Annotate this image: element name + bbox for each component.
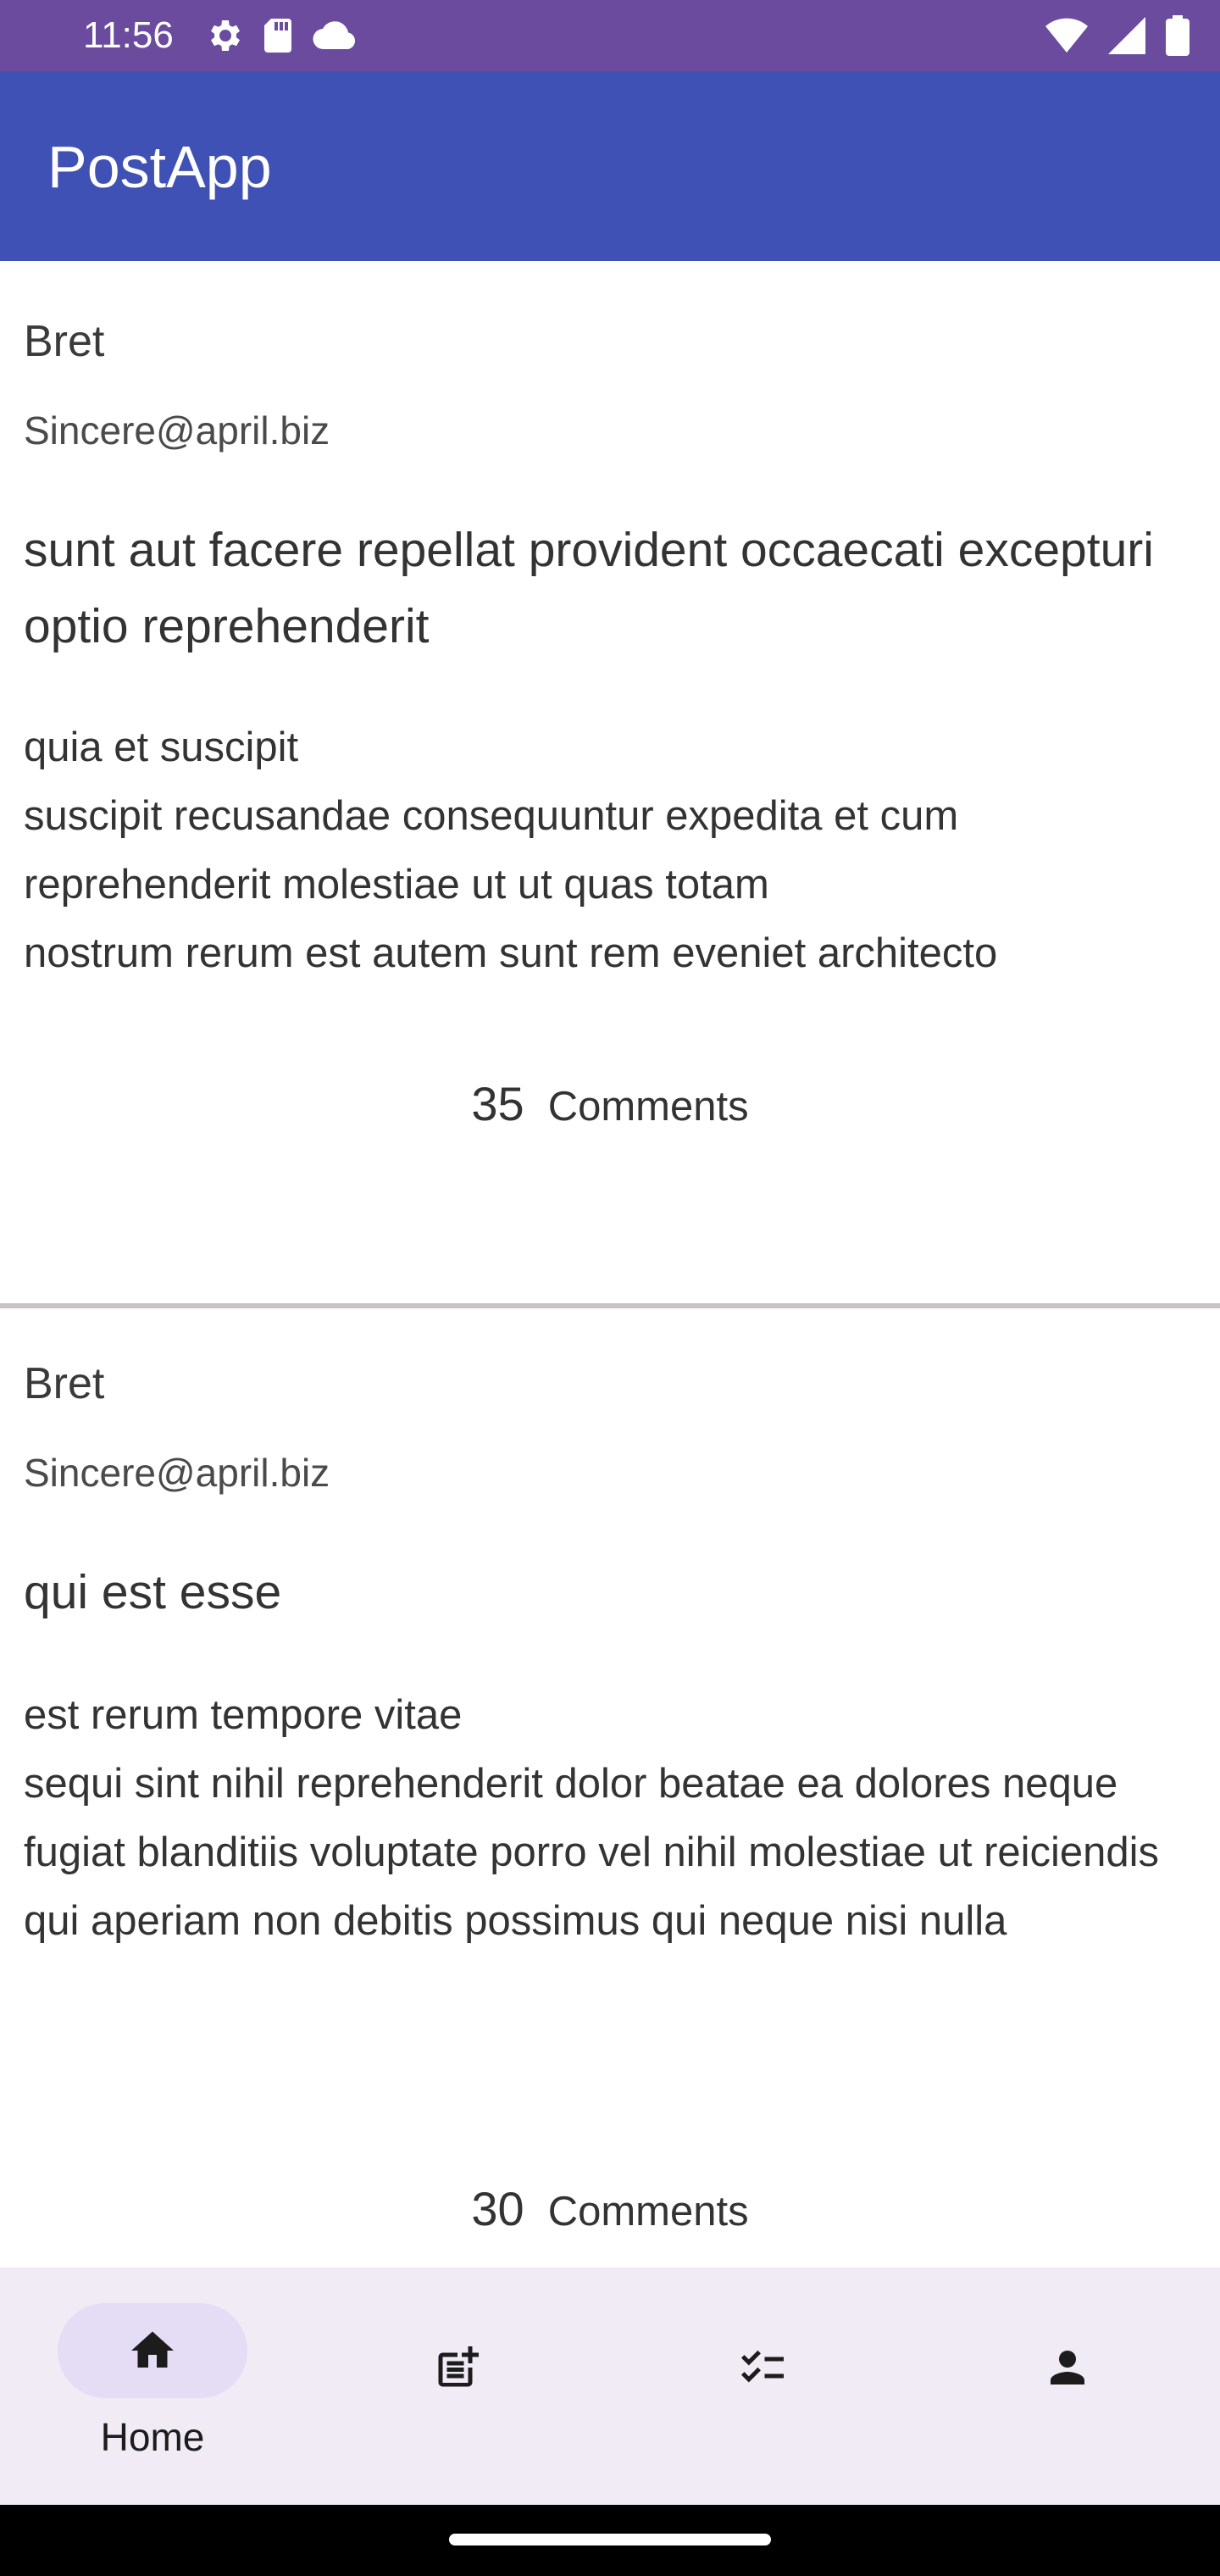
status-icons-right (1045, 15, 1190, 56)
comments-link[interactable]: 35 Comments (0, 1076, 1220, 1131)
nav-item-tasks[interactable] (610, 2268, 915, 2505)
post-body: est rerum tempore vitae sequi sint nihil… (24, 1692, 1160, 1944)
battery-icon (1166, 15, 1190, 56)
wifi-icon (1045, 17, 1088, 54)
comments-label: Comments (547, 2189, 749, 2235)
settings-icon (203, 15, 244, 56)
nav-label-home: Home (100, 2415, 205, 2459)
post-email: Sincere@april.biz (24, 1451, 330, 1495)
post-add-icon (438, 2346, 479, 2387)
nav-item-home[interactable]: Home (0, 2268, 305, 2505)
signal-icon (1108, 17, 1145, 54)
sd-card-icon (261, 17, 295, 54)
post-card[interactable]: Bret Sincere@april.biz qui est esse est … (0, 1308, 1220, 2268)
post-title: sunt aut facere repellat provident occae… (24, 523, 1154, 653)
nav-item-profile[interactable] (915, 2268, 1220, 2505)
comments-label: Comments (547, 1084, 749, 1130)
nav-item-posts[interactable] (305, 2268, 610, 2505)
post-email: Sincere@april.biz (24, 408, 330, 452)
post-list[interactable]: Bret Sincere@april.biz sunt aut facere r… (0, 261, 1220, 2268)
comments-link[interactable]: 30 Comments (0, 2181, 1220, 2236)
comment-count: 30 (471, 2182, 524, 2235)
app-bar: PostApp (0, 71, 1220, 261)
post-body: quia et suscipit suscipit recusandae con… (24, 724, 998, 976)
status-time: 11:56 (83, 14, 174, 56)
person-icon (1051, 2351, 1084, 2384)
post-title: qui est esse (24, 1565, 282, 1619)
status-icons-left (203, 15, 358, 56)
bottom-navigation: Home (0, 2268, 1220, 2505)
comment-count: 35 (471, 1077, 524, 1130)
post-card[interactable]: Bret Sincere@april.biz sunt aut facere r… (0, 261, 1220, 1303)
home-icon (131, 2331, 174, 2368)
post-username: Bret (24, 1359, 105, 1408)
gesture-bar (0, 2505, 1220, 2576)
app-title: PostApp (47, 134, 272, 200)
home-handle[interactable] (449, 2534, 771, 2545)
status-bar: 11:56 (0, 0, 1220, 71)
checklist-icon (741, 2350, 784, 2383)
cloud-icon (312, 19, 358, 53)
post-username: Bret (24, 317, 105, 366)
